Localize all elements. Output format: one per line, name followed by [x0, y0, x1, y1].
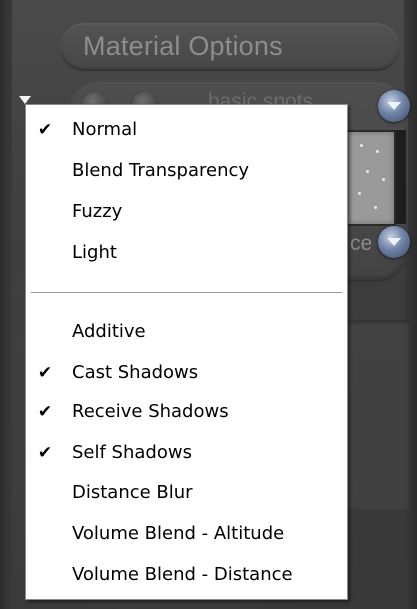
- material-options-menu: ✔ Normal Blend Transparency Fuzzy Light …: [25, 104, 348, 600]
- menu-item-label: Volume Blend - Altitude: [72, 523, 285, 544]
- menu-item-cast-shadows[interactable]: ✔ Cast Shadows: [26, 355, 347, 391]
- menu-item-additive[interactable]: Additive: [26, 314, 347, 350]
- menu-item-label: Cast Shadows: [72, 362, 199, 383]
- checkmark-icon: [34, 235, 56, 271]
- preview-label: ce: [350, 232, 373, 255]
- checkmark-icon: [34, 194, 56, 230]
- preview-dropdown-button[interactable]: [378, 226, 410, 258]
- checkmark-icon: ✔: [37, 363, 53, 383]
- menu-separator: [31, 292, 342, 294]
- checkmark-icon: [34, 557, 56, 593]
- menu-item-fuzzy[interactable]: Fuzzy: [26, 194, 347, 230]
- checkmark-icon: [34, 314, 56, 350]
- swatch-dot: [374, 206, 377, 209]
- checkmark-icon: [34, 516, 56, 552]
- menu-item-label: Fuzzy: [72, 201, 123, 222]
- menu-anchor-arrow-icon: [19, 96, 31, 104]
- menu-item-label: Receive Shadows: [72, 401, 229, 422]
- material-dropdown-button[interactable]: [378, 90, 410, 122]
- menu-item-normal[interactable]: ✔ Normal: [26, 112, 347, 148]
- menu-item-receive-shadows[interactable]: ✔ Receive Shadows: [26, 394, 347, 430]
- panel-title: Material Options: [83, 31, 283, 61]
- panel-left-edge: [0, 0, 12, 609]
- checkmark-icon: [34, 475, 56, 511]
- menu-item-label: Distance Blur: [72, 482, 193, 503]
- menu-item-light[interactable]: Light: [26, 235, 347, 271]
- menu-item-label: Volume Blend - Distance: [72, 564, 293, 585]
- menu-item-volume-blend-altitude[interactable]: Volume Blend - Altitude: [26, 516, 347, 552]
- menu-item-blend-transparency[interactable]: Blend Transparency: [26, 153, 347, 189]
- panel-right-edge: [404, 0, 417, 609]
- menu-item-self-shadows[interactable]: ✔ Self Shadows: [26, 435, 347, 471]
- checkmark-icon: ✔: [37, 443, 53, 463]
- swatch-dot: [358, 192, 361, 195]
- checkmark-icon: [34, 153, 56, 189]
- swatch-dot: [360, 144, 363, 147]
- menu-item-distance-blur[interactable]: Distance Blur: [26, 475, 347, 511]
- swatch-dot: [366, 170, 369, 173]
- menu-item-label: Light: [72, 242, 117, 263]
- checkmark-icon: ✔: [37, 402, 53, 422]
- menu-item-label: Blend Transparency: [72, 160, 250, 181]
- swatch-dot: [382, 178, 385, 181]
- menu-item-label: Additive: [72, 321, 146, 342]
- checkmark-icon: ✔: [37, 120, 53, 140]
- menu-item-volume-blend-distance[interactable]: Volume Blend - Distance: [26, 557, 347, 593]
- menu-item-label: Normal: [72, 119, 138, 140]
- material-preview-swatch[interactable]: [346, 130, 396, 226]
- menu-item-label: Self Shadows: [72, 442, 192, 463]
- swatch-dot: [376, 150, 379, 153]
